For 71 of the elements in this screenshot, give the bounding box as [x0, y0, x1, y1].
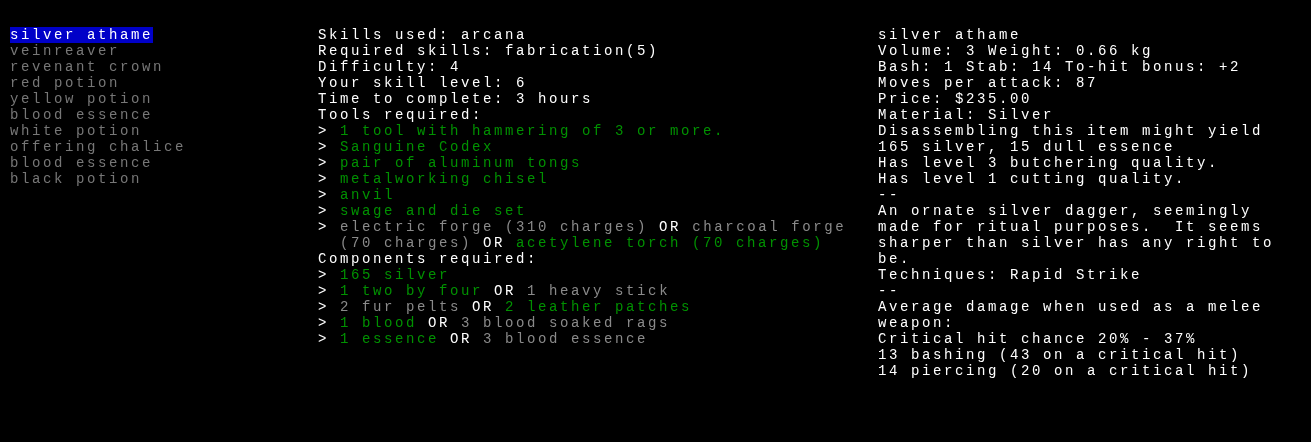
requirement-item: acetylene torch (70 charges) [516, 235, 825, 251]
or-separator: OR [428, 315, 451, 331]
requirement-item: electric forge (310 charges) [340, 219, 649, 235]
bullet-marker: > [318, 331, 329, 347]
item-info-text: Material: Silver [878, 107, 1055, 123]
requirement-item: pair of aluminum tongs [340, 155, 583, 171]
bullet-marker: > [318, 139, 329, 155]
bullet-marker: > [318, 219, 329, 235]
requirement-item: 3 blood soaked rags [461, 315, 671, 331]
bullet-marker: > [318, 267, 329, 283]
requirement-item: 165 silver [340, 267, 451, 283]
item-info-text: -- [878, 283, 900, 299]
item-info-text: Bash: 1 Stab: 14 To-hit bonus: +2 [878, 59, 1242, 75]
section-heading: Components required: [318, 251, 539, 267]
bullet-marker: > [318, 299, 329, 315]
or-separator: OR [494, 283, 517, 299]
item-info-text: An ornate silver dagger, seemingly made for ritual purposes. It seems sharper than silver has any right to be. [878, 203, 1276, 267]
requirement-item: 1 two by four [340, 283, 484, 299]
recipe-info-text: Required skills: fabrication(5) [318, 43, 660, 59]
requirement-item: (70 charges) [340, 235, 473, 251]
item-info-text: Volume: 3 Weight: 0.66 kg [878, 43, 1154, 59]
section-heading: Tools required: [318, 107, 484, 123]
bullet-marker: > [318, 315, 329, 331]
item-info-text: Critical hit chance 20% - 37% [878, 331, 1198, 347]
recipe-list-item[interactable]: offering chalice [10, 139, 187, 155]
recipe-info-text: Difficulty: 4 [318, 59, 462, 75]
recipe-list-item[interactable]: blood essence [10, 155, 154, 171]
bullet-marker: > [318, 123, 329, 139]
or-separator: OR [450, 331, 473, 347]
or-separator: OR [472, 299, 495, 315]
item-info-text: -- [878, 187, 900, 203]
requirement-item: metalworking chisel [340, 171, 550, 187]
requirement-item: 3 blood essence [483, 331, 649, 347]
item-info-text: Disassembling this item might yield 165 silver, 15 dull essence [878, 123, 1265, 155]
bullet-marker: > [318, 203, 329, 219]
item-info-text: 13 bashing (43 on a critical hit) [878, 347, 1242, 363]
requirement-item: Sanguine Codex [340, 139, 495, 155]
item-info-text: Average damage when used as a melee weapon: [878, 299, 1265, 331]
item-info-text: 14 piercing (20 on a critical hit) [878, 363, 1253, 379]
bullet-marker: > [318, 187, 329, 203]
item-info-text: silver athame [878, 27, 1022, 43]
requirement-item: swage and die set [340, 203, 528, 219]
recipe-info-text: Time to complete: 3 hours [318, 91, 594, 107]
bullet-marker: > [318, 283, 329, 299]
requirement-item: 1 heavy stick [527, 283, 671, 299]
requirement-item: 2 fur pelts [340, 299, 462, 315]
recipe-list-item[interactable]: revenant crown [10, 59, 165, 75]
or-separator: OR [659, 219, 682, 235]
requirement-item: 1 tool with hammering of 3 or more. [340, 123, 726, 139]
recipe-list-item[interactable]: blood essence [10, 107, 154, 123]
requirement-item: 1 essence [340, 331, 440, 347]
item-info-text: Moves per attack: 87 [878, 75, 1099, 91]
bullet-marker: > [318, 171, 329, 187]
recipe-info-text: Skills used: arcana [318, 27, 528, 43]
item-info-text: Has level 1 cutting quality. [878, 171, 1187, 187]
recipe-list-item[interactable]: yellow potion [10, 91, 154, 107]
requirement-item: anvil [340, 187, 396, 203]
item-info-text: Price: $235.00 [878, 91, 1033, 107]
recipe-list-item[interactable]: black potion [10, 171, 143, 187]
item-info-text: Techniques: Rapid Strike [878, 267, 1143, 283]
or-separator: OR [483, 235, 506, 251]
requirement-item: 1 blood [340, 315, 418, 331]
item-info-text: Has level 3 butchering quality. [878, 155, 1220, 171]
requirement-item: 2 leather patches [505, 299, 693, 315]
recipe-info-text: Your skill level: 6 [318, 75, 528, 91]
recipe-list-item[interactable]: veinreaver [10, 43, 120, 59]
recipe-list-item[interactable]: white potion [10, 123, 143, 139]
requirement-item: charcoal forge [692, 219, 847, 235]
recipe-list-item[interactable]: silver athame [10, 27, 154, 43]
recipe-list-item[interactable]: red potion [10, 75, 120, 91]
bullet-marker: > [318, 155, 329, 171]
